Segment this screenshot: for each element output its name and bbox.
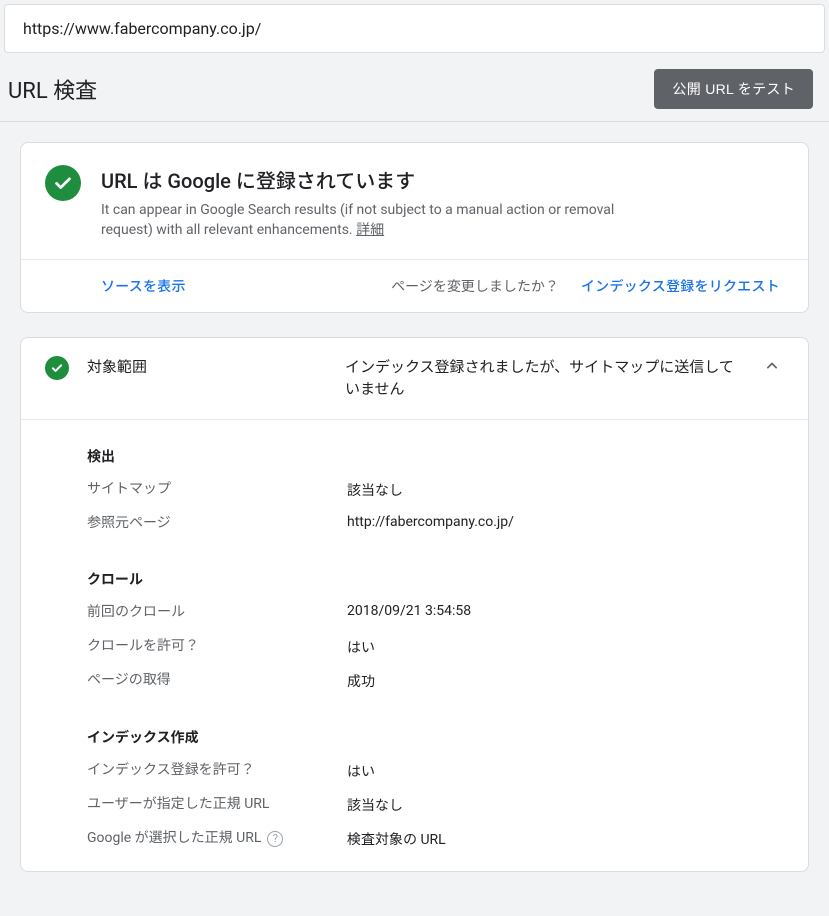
last-crawl-value: 2018/09/21 3:54:58 — [347, 603, 784, 619]
sitemap-label: サイトマップ — [87, 480, 347, 500]
help-icon[interactable]: ? — [267, 831, 283, 847]
chevron-up-icon — [760, 356, 784, 376]
request-indexing-link[interactable]: インデックス登録をリクエスト — [581, 276, 780, 296]
kv-indexing-allowed: インデックス登録を許可？ はい — [87, 761, 784, 781]
fetch-label: ページの取得 — [87, 671, 347, 691]
details-link[interactable]: 詳細 — [356, 222, 384, 238]
page-changed-text: ページを変更しましたか？ — [391, 276, 559, 296]
status-card: URL は Google に登録されています It can appear in … — [20, 142, 809, 313]
crawl-allowed-value: はい — [347, 637, 784, 657]
referrer-value: http://fabercompany.co.jp/ — [347, 514, 784, 530]
google-canonical-label: Google が選択した正規 URL ? — [87, 829, 347, 849]
view-source-link[interactable]: ソースを表示 — [101, 276, 186, 296]
status-description: It can appear in Google Search results (… — [101, 200, 641, 241]
indexing-allowed-value: はい — [347, 761, 784, 781]
kv-referrer: 参照元ページ http://fabercompany.co.jp/ — [87, 514, 784, 534]
last-crawl-label: 前回のクロール — [87, 603, 347, 623]
fetch-value: 成功 — [347, 671, 784, 691]
coverage-body: 検出 サイトマップ 該当なし 参照元ページ http://fabercompan… — [21, 419, 808, 871]
status-block: URL は Google に登録されています It can appear in … — [21, 143, 808, 259]
check-circle-icon — [45, 356, 69, 380]
action-row: ソースを表示 ページを変更しましたか？ インデックス登録をリクエスト — [21, 259, 808, 312]
kv-sitemap: サイトマップ 該当なし — [87, 480, 784, 500]
check-circle-icon — [45, 165, 81, 201]
user-canonical-label: ユーザーが指定した正規 URL — [87, 795, 347, 815]
discovery-group-title: 検出 — [87, 446, 784, 466]
crawl-allowed-label: クロールを許可？ — [87, 637, 347, 657]
status-title: URL は Google に登録されています — [101, 165, 641, 194]
sitemap-value: 該当なし — [347, 480, 784, 500]
indexing-allowed-label: インデックス登録を許可？ — [87, 761, 347, 781]
test-live-url-button[interactable]: 公開 URL をテスト — [654, 69, 813, 109]
kv-google-canonical: Google が選択した正規 URL ? 検査対象の URL — [87, 829, 784, 849]
url-input[interactable]: https://www.fabercompany.co.jp/ — [4, 4, 825, 53]
indexing-group-title: インデックス作成 — [87, 727, 784, 747]
referrer-label: 参照元ページ — [87, 514, 347, 534]
coverage-label: 対象範囲 — [87, 356, 327, 377]
google-canonical-value: 検査対象の URL — [347, 829, 784, 849]
coverage-header[interactable]: 対象範囲 インデックス登録されましたが、サイトマップに送信していません — [21, 338, 808, 419]
coverage-card: 対象範囲 インデックス登録されましたが、サイトマップに送信していません 検出 サ… — [20, 337, 809, 872]
kv-user-canonical: ユーザーが指定した正規 URL 該当なし — [87, 795, 784, 815]
action-right: ページを変更しましたか？ インデックス登録をリクエスト — [391, 276, 780, 296]
status-text: URL は Google に登録されています It can appear in … — [101, 165, 641, 241]
content-area: URL は Google に登録されています It can appear in … — [0, 122, 829, 916]
crawl-group-title: クロール — [87, 569, 784, 589]
kv-fetch: ページの取得 成功 — [87, 671, 784, 691]
kv-last-crawl: 前回のクロール 2018/09/21 3:54:58 — [87, 603, 784, 623]
user-canonical-value: 該当なし — [347, 795, 784, 815]
page-title: URL 検査 — [8, 73, 97, 105]
coverage-summary: インデックス登録されましたが、サイトマップに送信していません — [345, 356, 742, 401]
kv-crawl-allowed: クロールを許可？ はい — [87, 637, 784, 657]
page-header: URL 検査 公開 URL をテスト — [0, 57, 829, 122]
